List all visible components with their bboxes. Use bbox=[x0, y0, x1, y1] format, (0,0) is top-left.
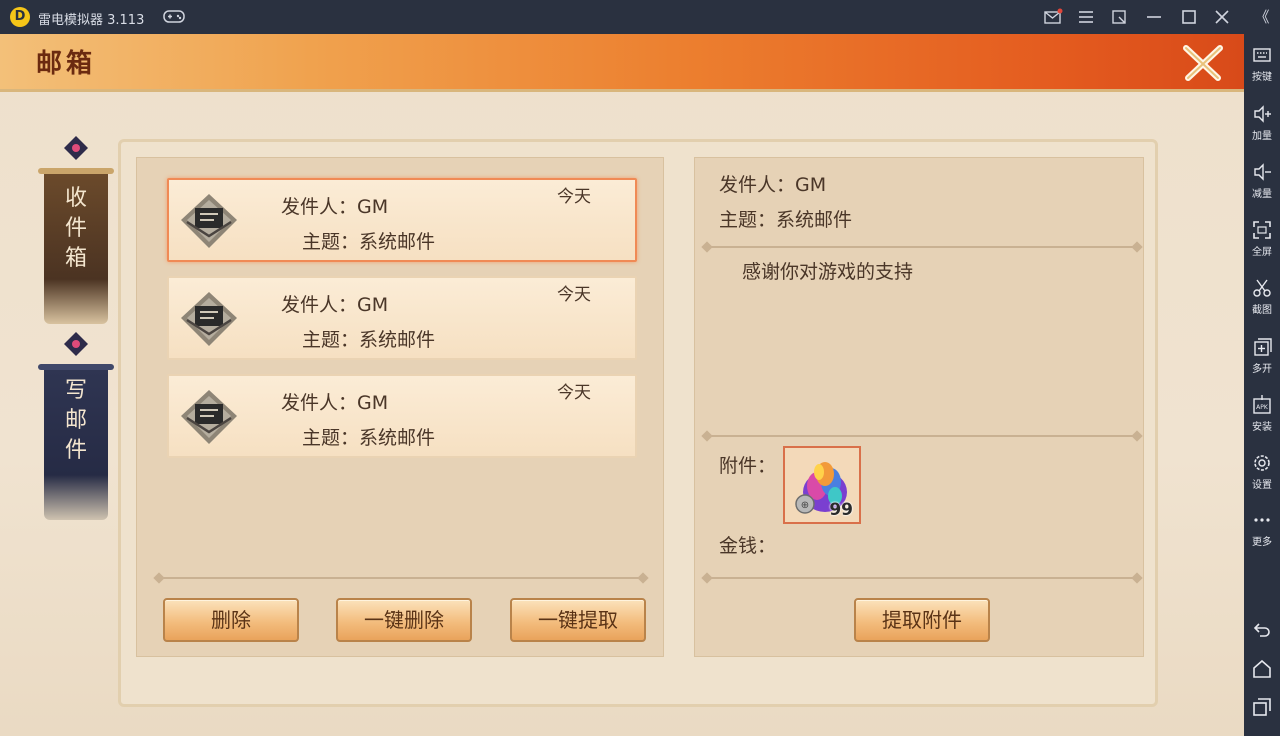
divider bbox=[701, 430, 1143, 442]
claim-attachment-button[interactable]: 提取附件 bbox=[854, 598, 990, 642]
detail-subject: 主题：系统邮件 bbox=[719, 209, 853, 231]
sidebar-item-label: 截图 bbox=[1252, 305, 1272, 316]
page-title: 邮箱 bbox=[36, 49, 97, 79]
sidebar-item-fullscreen[interactable]: 全屏 bbox=[1244, 220, 1280, 258]
sidebar-item-screenshot[interactable]: 截图 bbox=[1244, 278, 1280, 316]
detail-body: 感谢你对游戏的支持 bbox=[742, 261, 914, 283]
tab-label-char: 邮 bbox=[64, 408, 87, 433]
emulator-titlebar: D 雷电模拟器 3.113 bbox=[0, 0, 1280, 34]
tab-label-char: 写 bbox=[64, 378, 87, 403]
emulator-sidebar: 《 按键 加量 减量 全屏 截图 多开 APK 安装 设置 更多 bbox=[1244, 0, 1280, 736]
tab-inbox[interactable]: 收 件 箱 bbox=[36, 136, 116, 326]
divider bbox=[153, 572, 649, 584]
sidebar-item-label: 加量 bbox=[1252, 131, 1272, 142]
tab-label-char: 收 bbox=[64, 186, 87, 211]
restore-icon[interactable] bbox=[1108, 6, 1130, 28]
close-mailbox-icon[interactable] bbox=[1180, 40, 1226, 86]
sidebar-item-multi-open[interactable]: 多开 bbox=[1244, 337, 1280, 375]
mailbox-header: 邮箱 bbox=[0, 34, 1244, 92]
mail-list-item[interactable]: 发件人：GM 主题：系统邮件 今天 bbox=[167, 178, 637, 262]
sidebar-item-label: 更多 bbox=[1252, 537, 1272, 548]
attachment-count: 99 bbox=[829, 500, 853, 520]
sidebar-item-label: 多开 bbox=[1252, 364, 1272, 375]
svg-text:⊕: ⊕ bbox=[801, 500, 809, 511]
close-icon[interactable] bbox=[1211, 6, 1233, 28]
sidebar-item-keys[interactable]: 按键 bbox=[1244, 45, 1280, 83]
sidebar-item-label: 全屏 bbox=[1252, 247, 1272, 258]
mail-list-item[interactable]: 发件人：GM 主题：系统邮件 今天 bbox=[167, 276, 637, 360]
mail-date: 今天 bbox=[557, 187, 591, 207]
divider bbox=[701, 241, 1143, 253]
menu-icon[interactable] bbox=[1075, 6, 1097, 28]
apk-install-icon: APK bbox=[1253, 395, 1271, 414]
money-label: 金钱： bbox=[719, 535, 777, 557]
sidebar-item-label: 设置 bbox=[1252, 480, 1272, 491]
mail-icon[interactable] bbox=[1042, 6, 1064, 28]
volume-down-icon bbox=[1254, 163, 1271, 181]
svg-text:APK: APK bbox=[1256, 404, 1269, 411]
sidebar-item-volume-up[interactable]: 加量 bbox=[1244, 104, 1280, 142]
home-icon[interactable] bbox=[1252, 659, 1272, 679]
attachment-label: 附件： bbox=[719, 455, 777, 477]
sidebar-item-volume-down[interactable]: 减量 bbox=[1244, 162, 1280, 200]
sidebar-item-settings[interactable]: 设置 bbox=[1244, 453, 1280, 491]
mail-subject: 主题：系统邮件 bbox=[302, 427, 436, 449]
more-icon bbox=[1254, 518, 1270, 522]
minimize-icon[interactable] bbox=[1143, 6, 1165, 28]
volume-up-icon bbox=[1254, 105, 1271, 123]
tab-label-char: 件 bbox=[64, 438, 87, 463]
envelope-icon bbox=[181, 194, 237, 248]
tab-compose[interactable]: 写 邮 件 bbox=[36, 332, 116, 522]
mail-sender: 发件人：GM bbox=[281, 392, 389, 414]
divider bbox=[701, 572, 1143, 584]
game-screen: 邮箱 收 件 箱 写 邮 件 发件人：GM 主题：系统邮件 今天 发件人：GM … bbox=[0, 34, 1244, 736]
mail-sender: 发件人：GM bbox=[281, 294, 389, 316]
mail-date: 今天 bbox=[557, 383, 591, 403]
mail-list-panel: 发件人：GM 主题：系统邮件 今天 发件人：GM 主题：系统邮件 今天 发件人：… bbox=[136, 157, 664, 657]
gear-icon bbox=[1254, 455, 1270, 471]
sidebar-item-label: 按键 bbox=[1252, 72, 1272, 83]
envelope-icon bbox=[181, 390, 237, 444]
emulator-title: 雷电模拟器 3.113 bbox=[38, 13, 145, 28]
mail-subject: 主题：系统邮件 bbox=[302, 231, 436, 253]
collapse-sidebar-icon[interactable]: 《 bbox=[1251, 6, 1273, 28]
detail-sender: 发件人：GM bbox=[719, 174, 827, 196]
mail-subject: 主题：系统邮件 bbox=[302, 329, 436, 351]
fullscreen-icon bbox=[1253, 221, 1271, 239]
delete-button[interactable]: 删除 bbox=[163, 598, 299, 642]
gamepad-icon[interactable] bbox=[163, 8, 185, 24]
diamond-ornament-icon bbox=[64, 136, 88, 160]
scissors-icon bbox=[1253, 279, 1271, 297]
keyboard-icon bbox=[1253, 48, 1271, 62]
back-icon[interactable] bbox=[1252, 620, 1272, 640]
mail-list-item[interactable]: 发件人：GM 主题：系统邮件 今天 bbox=[167, 374, 637, 458]
envelope-icon bbox=[181, 292, 237, 346]
mail-date: 今天 bbox=[557, 285, 591, 305]
maximize-icon[interactable] bbox=[1178, 6, 1200, 28]
diamond-ornament-icon bbox=[64, 332, 88, 356]
sidebar-item-label: 减量 bbox=[1252, 189, 1272, 200]
tab-label-char: 件 bbox=[64, 216, 87, 241]
tab-label-char: 箱 bbox=[64, 246, 87, 271]
emulator-logo-icon: D bbox=[10, 7, 30, 27]
attachment-item-slot[interactable]: ⊕ 99 bbox=[783, 446, 861, 524]
recent-apps-icon[interactable] bbox=[1252, 697, 1272, 717]
sidebar-item-label: 安装 bbox=[1252, 422, 1272, 433]
mail-detail-panel: 发件人：GM 主题：系统邮件 感谢你对游戏的支持 附件： ⊕ 99 金钱： 提取… bbox=[694, 157, 1144, 657]
mail-frame: 发件人：GM 主题：系统邮件 今天 发件人：GM 主题：系统邮件 今天 发件人：… bbox=[118, 139, 1158, 707]
claim-all-button[interactable]: 一键提取 bbox=[510, 598, 646, 642]
delete-all-button[interactable]: 一键删除 bbox=[336, 598, 472, 642]
mail-sender: 发件人：GM bbox=[281, 196, 389, 218]
multi-open-icon bbox=[1254, 338, 1272, 356]
sidebar-item-install[interactable]: APK 安装 bbox=[1244, 395, 1280, 433]
sidebar-item-more[interactable]: 更多 bbox=[1244, 510, 1280, 548]
